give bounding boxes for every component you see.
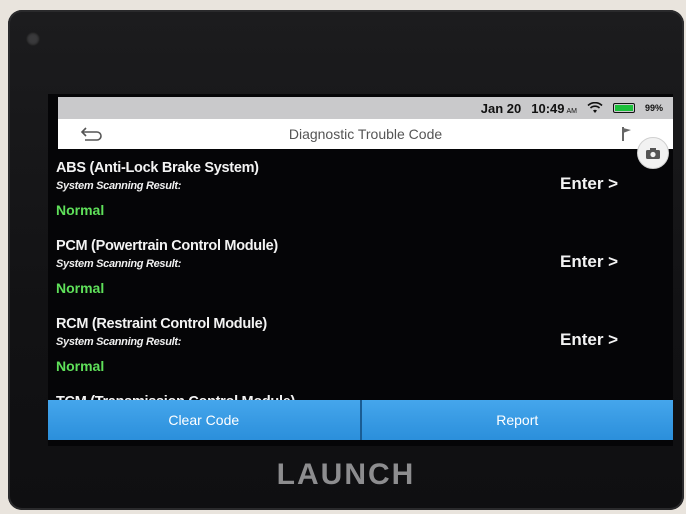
- status-time: 10:49 AM: [531, 100, 577, 116]
- camera-lens: [26, 32, 40, 46]
- system-subtitle: System Scanning Result:: [56, 336, 182, 348]
- camera-icon: [646, 147, 660, 159]
- system-item-abs: ABS (Anti-Lock Brake System) System Scan…: [56, 160, 673, 238]
- flag-icon[interactable]: [621, 126, 633, 142]
- screen: Jan 20 10:49 AM 99% Diagnostic Trouble Co…: [48, 94, 673, 446]
- system-title: ABS (Anti-Lock Brake System): [56, 160, 259, 176]
- system-list: ABS (Anti-Lock Brake System) System Scan…: [56, 160, 673, 394]
- enter-button-pcm[interactable]: Enter >: [560, 252, 618, 272]
- page-title: Diagnostic Trouble Code: [288, 126, 443, 142]
- system-item-rcm: RCM (Restraint Control Module) System Sc…: [56, 316, 673, 394]
- wifi-icon: [587, 102, 603, 113]
- battery-percent: 99%: [644, 103, 663, 113]
- report-button[interactable]: Report: [361, 400, 673, 440]
- system-status: Normal: [56, 358, 105, 374]
- clear-code-button[interactable]: Clear Code: [48, 400, 362, 440]
- enter-button-rcm[interactable]: Enter >: [560, 330, 618, 350]
- status-date: Jan 20: [480, 100, 522, 116]
- brand-logo: LAUNCH: [276, 458, 416, 491]
- title-bar: Diagnostic Trouble Code: [58, 119, 673, 169]
- status-bar: Jan 20 10:49 AM 99%: [58, 97, 673, 119]
- system-subtitle: System Scanning Result:: [56, 180, 182, 192]
- enter-button-abs[interactable]: Enter >: [560, 174, 618, 194]
- system-item-pcm: PCM (Powertrain Control Module) System S…: [56, 238, 673, 316]
- battery-icon: [612, 103, 635, 113]
- back-arrow-icon: [80, 127, 102, 141]
- system-status: Normal: [56, 280, 105, 296]
- system-title: RCM (Restraint Control Module): [56, 316, 267, 332]
- system-subtitle: System Scanning Result:: [56, 258, 182, 270]
- status-ampm: AM: [566, 107, 577, 115]
- system-status: Normal: [56, 202, 105, 218]
- device-frame: Jan 20 10:49 AM 99% Diagnostic Trouble Co…: [8, 10, 684, 510]
- back-button[interactable]: [76, 124, 106, 144]
- system-title: PCM (Powertrain Control Module): [56, 238, 278, 254]
- bottom-action-bar: Clear Code Report: [48, 400, 673, 440]
